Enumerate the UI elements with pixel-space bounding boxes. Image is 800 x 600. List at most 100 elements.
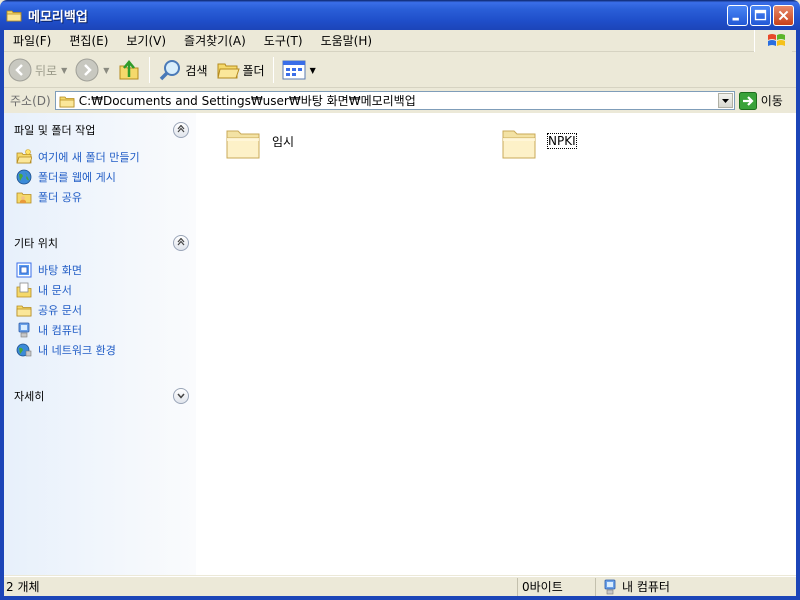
window-controls xyxy=(727,5,794,26)
desktop-icon xyxy=(16,262,32,278)
place-my-documents[interactable]: 내 문서 xyxy=(16,280,189,300)
section-header[interactable]: 기타 위치 xyxy=(14,234,189,252)
task-share-folder[interactable]: 폴더 공유 xyxy=(16,187,189,207)
go-label: 이동 xyxy=(760,94,783,108)
chevron-up-icon xyxy=(177,238,185,246)
toolbar: 뒤로 ▼ ▼ 검색 폴더 ▼ xyxy=(4,53,796,88)
file-view[interactable]: 임시 NPKI xyxy=(196,113,796,575)
window-frame-bottom xyxy=(0,596,800,600)
up-folder-icon xyxy=(119,60,139,80)
menu-favorites[interactable]: 즐겨찾기(A) xyxy=(175,30,255,52)
menu-tools[interactable]: 도구(T) xyxy=(255,30,312,52)
go-arrow-icon xyxy=(738,91,757,110)
place-my-network[interactable]: 내 네트워크 환경 xyxy=(16,340,189,360)
task-publish-web-label: 폴더를 웹에 게시 xyxy=(38,171,116,184)
back-arrow-icon xyxy=(8,58,32,82)
menu-bar: 파일(F) 편집(E) 보기(V) 즐겨찾기(A) 도구(T) 도움말(H) xyxy=(4,30,796,52)
status-location: 내 컴퓨터 xyxy=(622,579,670,594)
minimize-button[interactable] xyxy=(727,5,748,26)
status-bar: 2 개체 0바이트 내 컴퓨터 xyxy=(4,576,796,596)
place-my-network-label: 내 네트워크 환경 xyxy=(38,344,116,357)
status-object-count: 2 개체 xyxy=(4,577,518,596)
windows-logo xyxy=(754,30,792,52)
details-title: 자세히 xyxy=(14,390,45,403)
close-button[interactable] xyxy=(773,5,794,26)
maximize-icon xyxy=(754,9,767,21)
chevron-down-icon xyxy=(721,99,729,103)
chevron-up-icon xyxy=(177,125,185,133)
share-folder-icon xyxy=(16,192,32,204)
shared-documents-icon xyxy=(16,305,32,317)
place-desktop[interactable]: 바탕 화면 xyxy=(16,260,189,280)
folder-item[interactable]: 임시 xyxy=(224,121,294,161)
file-folder-tasks-section: 파일 및 폴더 작업 여기에 새 폴더 만들기 폴더를 웹에 게시 폴더 공유 xyxy=(14,121,189,207)
file-folder-tasks-title: 파일 및 폴더 작업 xyxy=(14,124,96,137)
menu-edit[interactable]: 편집(E) xyxy=(60,30,117,52)
forward-arrow-icon xyxy=(75,58,99,82)
place-desktop-label: 바탕 화면 xyxy=(38,264,82,277)
place-my-documents-label: 내 문서 xyxy=(38,284,72,297)
window-frame-right xyxy=(796,30,800,596)
back-dropdown-icon[interactable]: ▼ xyxy=(61,66,67,75)
my-documents-icon xyxy=(16,282,32,298)
task-publish-web[interactable]: 폴더를 웹에 게시 xyxy=(16,167,189,187)
details-section: 자세히 xyxy=(14,387,189,405)
place-my-computer[interactable]: 내 컴퓨터 xyxy=(16,320,189,340)
task-pane: 파일 및 폴더 작업 여기에 새 폴더 만들기 폴더를 웹에 게시 폴더 공유 … xyxy=(4,113,196,575)
folder-icon xyxy=(59,96,75,107)
back-label: 뒤로 xyxy=(35,63,58,78)
minimize-icon xyxy=(732,17,739,21)
folder-item[interactable]: NPKI xyxy=(500,121,577,161)
folders-label: 폴더 xyxy=(242,63,265,78)
collapse-button[interactable] xyxy=(173,235,189,251)
status-size: 0바이트 xyxy=(518,577,596,596)
folder-name: 임시 xyxy=(272,134,295,149)
close-icon xyxy=(778,10,789,21)
views-icon xyxy=(282,60,306,80)
expand-button[interactable] xyxy=(173,388,189,404)
window-title: 메모리백업 xyxy=(28,9,88,25)
toolbar-separator xyxy=(149,57,151,83)
task-new-folder-label: 여기에 새 폴더 만들기 xyxy=(38,151,140,164)
address-bar: 주소(D) C:₩Documents and Settings₩user₩바탕 … xyxy=(4,89,796,112)
collapse-button[interactable] xyxy=(173,122,189,138)
place-shared-documents-label: 공유 문서 xyxy=(38,304,82,317)
menu-help[interactable]: 도움말(H) xyxy=(312,30,382,52)
back-button[interactable]: 뒤로 ▼ xyxy=(4,55,71,85)
menu-view[interactable]: 보기(V) xyxy=(117,30,175,52)
windows-flag-icon xyxy=(768,34,785,46)
place-shared-documents[interactable]: 공유 문서 xyxy=(16,300,189,320)
up-folder-button[interactable] xyxy=(113,55,145,85)
search-icon xyxy=(160,60,181,81)
maximize-button[interactable] xyxy=(750,5,771,26)
folders-icon xyxy=(216,63,240,79)
forward-dropdown-icon[interactable]: ▼ xyxy=(103,66,109,75)
other-places-section: 기타 위치 바탕 화면 내 문서 공유 문서 내 컴퓨터 내 네트워크 환경 xyxy=(14,234,189,360)
task-share-folder-label: 폴더 공유 xyxy=(38,191,82,204)
my-computer-icon xyxy=(604,579,616,594)
address-label: 주소(D) xyxy=(10,94,51,108)
my-computer-icon xyxy=(18,322,30,338)
search-label: 검색 xyxy=(185,63,208,78)
go-button[interactable]: 이동 xyxy=(738,91,783,110)
folder-icon xyxy=(226,130,260,159)
address-dropdown-button[interactable] xyxy=(717,93,733,108)
folder-icon xyxy=(502,130,536,159)
task-new-folder[interactable]: 여기에 새 폴더 만들기 xyxy=(16,147,189,167)
section-header[interactable]: 자세히 xyxy=(14,387,189,405)
address-input[interactable]: C:₩Documents and Settings₩user₩바탕 화면₩메모리… xyxy=(54,91,735,110)
views-button[interactable]: ▼ xyxy=(278,55,320,85)
folder-name: NPKI xyxy=(547,133,577,149)
new-folder-icon xyxy=(16,149,32,164)
title-bar[interactable]: 메모리백업 xyxy=(0,0,800,30)
folder-icon xyxy=(6,10,22,22)
forward-button[interactable]: ▼ xyxy=(71,55,113,85)
other-places-title: 기타 위치 xyxy=(14,237,58,250)
folders-button[interactable]: 폴더 xyxy=(212,55,269,85)
chevron-down-icon xyxy=(177,393,185,399)
views-dropdown-icon[interactable]: ▼ xyxy=(310,66,316,75)
menu-file[interactable]: 파일(F) xyxy=(4,30,60,52)
toolbar-separator xyxy=(272,57,274,83)
search-button[interactable]: 검색 xyxy=(154,55,211,85)
section-header[interactable]: 파일 및 폴더 작업 xyxy=(14,121,189,139)
